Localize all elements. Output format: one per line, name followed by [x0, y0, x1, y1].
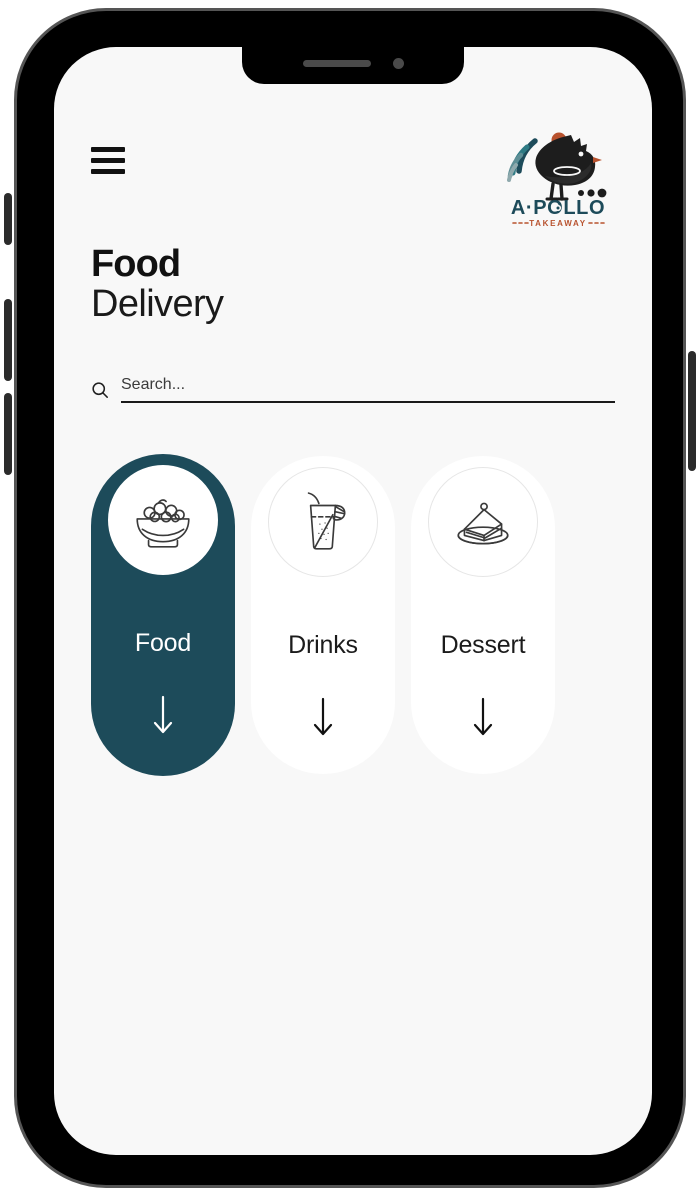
hamburger-menu-icon[interactable]: [91, 147, 125, 174]
phone-notch: [242, 47, 464, 84]
volume-up-button[interactable]: [4, 299, 12, 381]
category-card-drinks[interactable]: Drinks: [251, 456, 395, 774]
category-label: Dessert: [440, 631, 526, 659]
arrow-down-icon[interactable]: [311, 696, 335, 738]
category-icon-circle: [108, 465, 218, 575]
search-bar: [91, 376, 615, 403]
category-icon-circle: [268, 467, 378, 577]
apollo-takeaway-logo[interactable]: A·POLLO TAKEAWAY: [501, 127, 615, 231]
category-card-row: Food Drinks Dessert: [91, 454, 615, 776]
page-title-line-2: Delivery: [91, 283, 224, 325]
salad-bowl-icon: [136, 499, 190, 548]
search-icon[interactable]: [91, 381, 109, 399]
arrow-down-icon[interactable]: [151, 694, 175, 736]
silent-switch-button[interactable]: [4, 193, 12, 245]
logo-tagline-text: TAKEAWAY: [529, 219, 587, 228]
category-card-food[interactable]: Food: [91, 454, 235, 776]
category-icon-circle: [428, 467, 538, 577]
drink-glass-icon: [307, 492, 346, 550]
volume-down-button[interactable]: [4, 393, 12, 475]
app-header: A·POLLO TAKEAWAY: [91, 132, 615, 228]
search-input[interactable]: [121, 376, 615, 394]
arrow-down-icon[interactable]: [471, 696, 495, 738]
page-title: Food Delivery: [91, 245, 615, 323]
earpiece-speaker-icon: [302, 60, 371, 67]
category-card-dessert[interactable]: Dessert: [411, 456, 555, 774]
phone-screen: A·POLLO TAKEAWAY Food Delivery: [54, 47, 652, 1155]
phone-mockup: A·POLLO TAKEAWAY Food Delivery: [4, 8, 696, 1188]
power-button[interactable]: [688, 351, 696, 471]
category-label: Food: [134, 629, 192, 657]
page-title-line-1: Food: [91, 243, 181, 285]
front-camera-icon: [392, 58, 404, 69]
category-label: Drinks: [288, 631, 358, 659]
search-field-wrapper: [121, 376, 615, 403]
cake-slice-icon: [457, 502, 509, 545]
app-content: A·POLLO TAKEAWAY Food Delivery: [54, 47, 652, 1155]
